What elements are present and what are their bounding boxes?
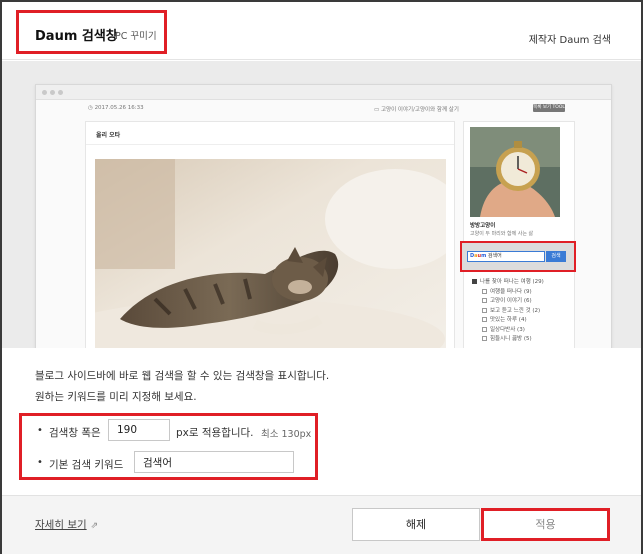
preview-search-input: Daum 검색어 bbox=[467, 251, 545, 262]
category-item: 고양이 이야기 (6) bbox=[472, 297, 544, 307]
post-title: 올리 오타 bbox=[96, 132, 121, 139]
keyword-input[interactable] bbox=[134, 451, 294, 473]
width-hint: 최소 130px bbox=[261, 429, 312, 440]
widget-dialog: Daum 검색창 PC 꾸미기 제작자 Daum 검색 ◷ 2017.05.26… bbox=[0, 0, 643, 554]
preview-area: ◷ 2017.05.26 16:33 ▭ 고양이 이야기/고양이와 함께 살기 … bbox=[2, 61, 641, 348]
description-line-1: 블로그 사이드바에 바로 웹 검색을 할 수 있는 검색창을 표시합니다. bbox=[35, 370, 330, 382]
preview-topbar: ◷ 2017.05.26 16:33 ▭ 고양이 이야기/고양이와 함께 살기 … bbox=[36, 101, 611, 115]
category-item: 힘들시니 끓방 (5) bbox=[472, 335, 544, 345]
post-date: ◷ 2017.05.26 16:33 bbox=[88, 105, 144, 111]
release-button[interactable]: 해제 bbox=[352, 508, 480, 541]
maker-credit: 제작자 Daum 검색 bbox=[528, 35, 611, 46]
dialog-header: Daum 검색창 PC 꾸미기 제작자 Daum 검색 bbox=[2, 2, 641, 60]
blog-description: 고양이 두 마리와 함께 사는 삶 bbox=[470, 231, 534, 237]
folder-icon bbox=[472, 279, 477, 284]
search-widget-preview: Daum 검색어 검색 bbox=[460, 241, 576, 272]
category-item: 여행을 떠나다 (9) bbox=[472, 288, 544, 298]
category-item: 일상다반사 (3) bbox=[472, 326, 544, 336]
external-link-icon: ⇗ bbox=[90, 521, 99, 531]
sidebar-panel: 방방고양이 고양이 두 마리와 함께 사는 삶 Daum 검색어 검색 나를 찾… bbox=[460, 121, 576, 348]
window-dot-icon bbox=[42, 90, 47, 95]
profile-photo bbox=[470, 127, 560, 217]
widget-title: Daum 검색창 bbox=[35, 29, 118, 44]
preview-tool-button: 목록 보기 TOOL bbox=[533, 104, 565, 112]
width-label: 검색창 폭은 bbox=[49, 427, 101, 439]
detail-link[interactable]: 자세히 보기 ⇗ bbox=[35, 517, 98, 532]
folder-icon bbox=[482, 326, 487, 332]
folder-icon bbox=[482, 298, 487, 303]
bullet-icon: • bbox=[37, 457, 43, 468]
folder-icon bbox=[482, 307, 487, 313]
width-suffix: px로 적용합니다. bbox=[176, 427, 254, 439]
preview-search-button: 검색 bbox=[546, 251, 566, 262]
category-item: 보고 듣고 느낀 것 (2) bbox=[472, 307, 544, 317]
folder-icon bbox=[482, 336, 487, 341]
category-item: 맛있는 하루 (4) bbox=[472, 316, 544, 326]
description-line-2: 원하는 키워드를 미리 지정해 보세요. bbox=[35, 391, 197, 403]
post-panel: 올리 오타 bbox=[85, 121, 455, 348]
widget-subtitle: PC 꾸미기 bbox=[115, 31, 157, 42]
apply-button[interactable]: 적용 bbox=[481, 508, 610, 541]
post-divider bbox=[86, 144, 454, 145]
window-dot-icon bbox=[58, 90, 63, 95]
window-chrome bbox=[36, 85, 611, 100]
daum-logo-icon: Daum bbox=[470, 253, 487, 259]
category-list: 나를 찾아 떠나는 여행 (29) 여행을 떠나다 (9) 고양이 이야기 (6… bbox=[472, 278, 544, 345]
width-input[interactable] bbox=[108, 419, 170, 441]
window-dot-icon bbox=[50, 90, 55, 95]
bullet-icon: • bbox=[37, 425, 43, 436]
blog-name: 방방고양이 bbox=[470, 223, 496, 229]
keyword-label: 기본 검색 키워드 bbox=[49, 459, 124, 471]
folder-icon bbox=[482, 317, 487, 322]
blog-preview-window: ◷ 2017.05.26 16:33 ▭ 고양이 이야기/고양이와 함께 살기 … bbox=[35, 84, 612, 348]
category-item: 나를 찾아 떠나는 여행 (29) bbox=[472, 278, 544, 288]
folder-icon bbox=[482, 288, 487, 294]
cat-photo bbox=[95, 159, 446, 348]
dialog-footer: 자세히 보기 ⇗ 해제 적용 bbox=[2, 495, 641, 554]
post-breadcrumb: ▭ 고양이 이야기/고양이와 함께 살기 bbox=[374, 107, 459, 113]
